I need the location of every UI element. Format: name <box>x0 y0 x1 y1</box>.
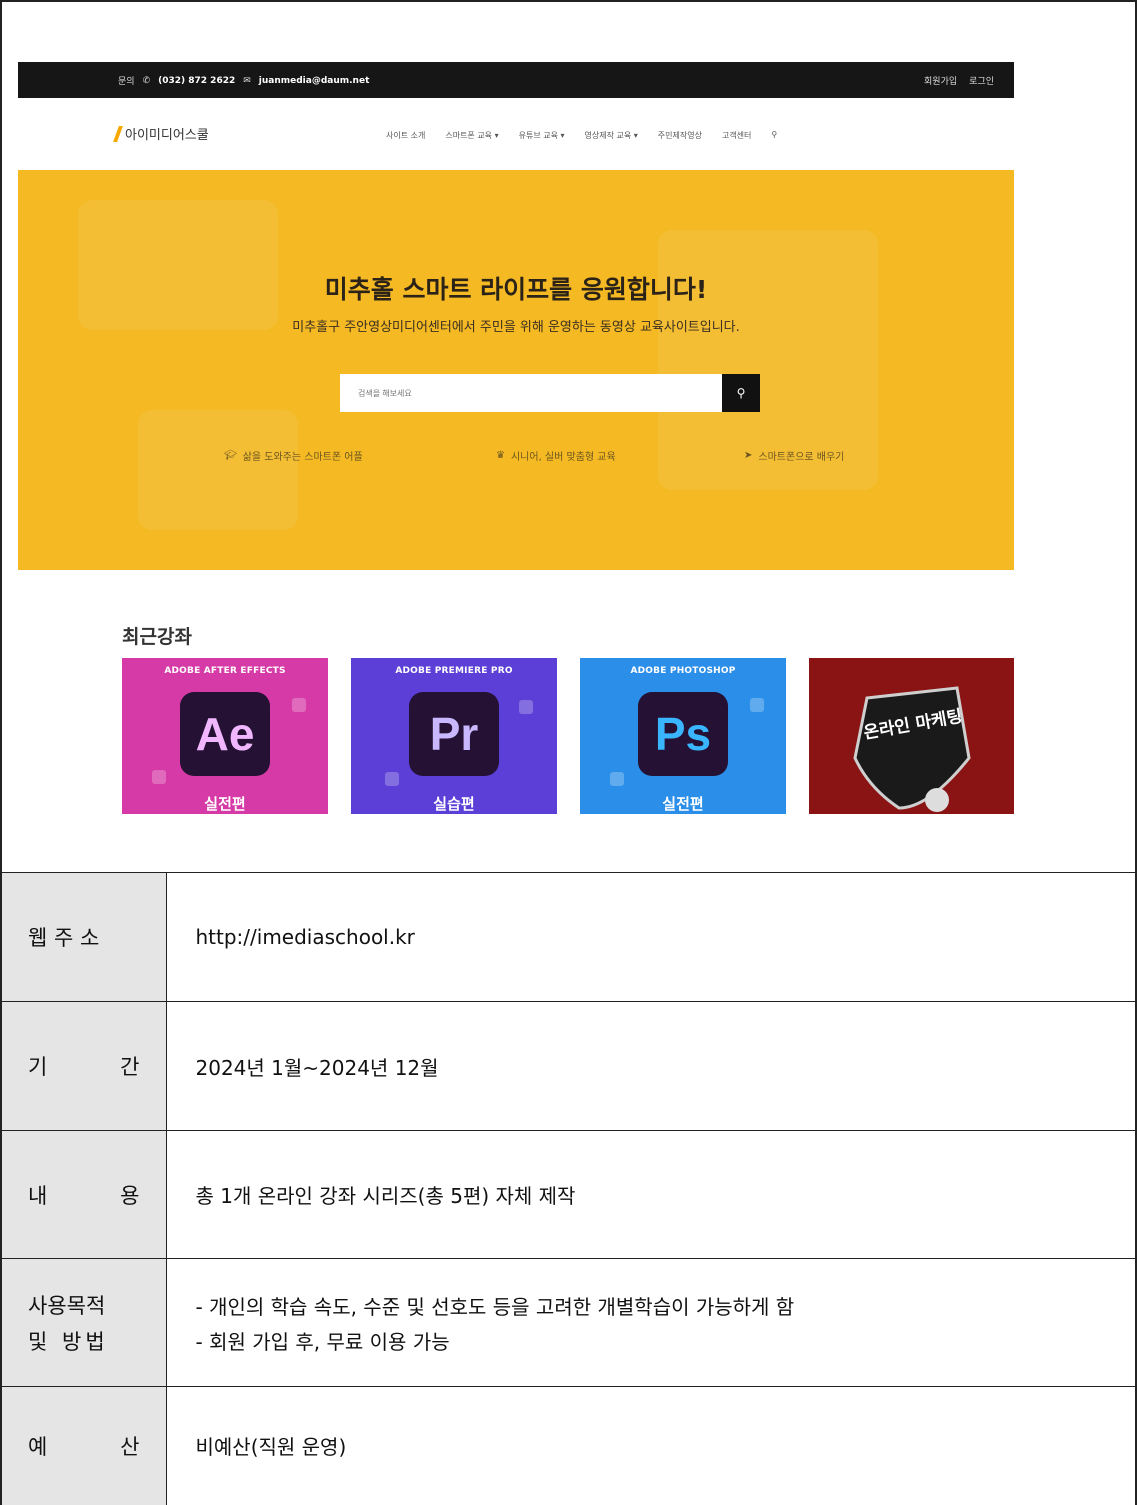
contact-label: 문의 <box>118 77 135 87</box>
value-purpose: - 개인의 학습 속도, 수준 및 선호도 등을 고려한 개별학습이 가능하게 … <box>196 1291 1136 1355</box>
hero-title: 미추홀 스마트 라이프를 응원합니다! <box>324 275 708 304</box>
value-url[interactable]: http://imediaschool.kr <box>166 872 1137 1002</box>
purpose-line: - 회원 가입 후, 무료 이용 가능 <box>195 1329 450 1354</box>
course-caption: ADOBE PREMIERE PRO <box>395 666 513 676</box>
nav-item-smartphone[interactable]: 스마트폰 교육 ▾ <box>445 130 498 141</box>
photoshop-icon: Ps <box>638 692 728 776</box>
label-line: 및 방법 <box>28 1329 109 1354</box>
course-card-premiere[interactable]: ADOBE PREMIERE PRO Pr 실습편 <box>351 658 557 814</box>
auth-links: 회원가입 로그인 <box>924 74 994 87</box>
purpose-line: - 개인의 학습 속도, 수준 및 선호도 등을 고려한 개별학습이 가능하게 … <box>195 1294 795 1319</box>
course-caption: ADOBE AFTER EFFECTS <box>164 666 286 676</box>
value-budget: 비예산(직원 운영) <box>166 1386 1137 1505</box>
label-purpose: 사용목적및 방법 <box>28 1290 140 1356</box>
label-char: 내 <box>28 1183 48 1208</box>
hero-subtitle: 미추홀구 주안영상미디어센터에서 주민을 위해 운영하는 동영상 교육사이트입니… <box>292 320 740 335</box>
decorative-square <box>385 772 399 786</box>
after-effects-icon: Ae <box>180 692 270 776</box>
decorative-square <box>750 698 764 712</box>
row-url: 웹 주 소 http://imediaschool.kr <box>0 872 1137 1002</box>
main-nav: 아이미디어스쿨 사이트 소개 스마트폰 교육 ▾ 유튜브 교육 ▾ 영상제작 교… <box>18 98 1014 170</box>
label-line: 사용목적 <box>28 1293 106 1318</box>
crown-icon: ♛ <box>496 450 505 461</box>
label-period: 기간 <box>28 1051 140 1081</box>
paper-plane-icon: ➤ <box>744 450 753 461</box>
website-screenshot: 문의 ✆ (032) 872 2622 ✉ juanmedia@daum.net… <box>18 62 1014 814</box>
signup-link[interactable]: 회원가입 <box>924 74 957 87</box>
feature-senior[interactable]: ♛ 시니어, 실버 맞춤형 교육 <box>496 448 616 463</box>
search-button[interactable]: ⚲ <box>722 374 760 412</box>
nav-item-resident-videos[interactable]: 주민제작영상 <box>658 130 702 141</box>
course-footer: 실전편 <box>204 795 246 813</box>
decorative-square <box>519 700 533 714</box>
label-char: 예 <box>28 1434 48 1459</box>
search-icon: ⚲ <box>736 386 746 400</box>
mail-icon: ✉ <box>243 75 251 86</box>
row-purpose: 사용목적및 방법 - 개인의 학습 속도, 수준 및 선호도 등을 고려한 개별… <box>0 1258 1137 1387</box>
feature-label: 스마트폰으로 배우기 <box>758 452 845 463</box>
label-content: 내용 <box>28 1180 140 1210</box>
search-input[interactable] <box>340 374 760 412</box>
login-link[interactable]: 로그인 <box>969 74 994 87</box>
label-char: 용 <box>120 1183 140 1208</box>
label-char: 기 <box>28 1055 48 1079</box>
email-address[interactable]: juanmedia@daum.net <box>259 76 370 86</box>
site-logo[interactable]: 아이미디어스쿨 <box>113 124 209 143</box>
course-card-photoshop[interactable]: ADOBE PHOTOSHOP Ps 실전편 <box>580 658 786 814</box>
decorative-square <box>152 770 166 784</box>
premiere-icon: Pr <box>409 692 499 776</box>
nav-item-video-production[interactable]: 영상제작 교육 ▾ <box>585 130 638 141</box>
decorative-square <box>610 772 624 786</box>
label-char: 산 <box>120 1434 140 1459</box>
feature-learn[interactable]: ➤ 스마트폰으로 배우기 <box>744 448 844 463</box>
info-table: 웹 주 소 http://imediaschool.kr 기간 2024년 1월… <box>0 872 1137 1505</box>
background-device-shape <box>78 200 278 330</box>
phone-number: (032) 872 2622 <box>158 75 236 86</box>
course-caption: ADOBE PHOTOSHOP <box>630 666 736 676</box>
value-content: 총 1개 온라인 강좌 시리즈(총 5편) 자체 제작 <box>166 1130 1137 1259</box>
row-budget: 예산 비예산(직원 운영) <box>0 1386 1137 1505</box>
nav-menu: 사이트 소개 스마트폰 교육 ▾ 유튜브 교육 ▾ 영상제작 교육 ▾ 주민제작… <box>386 130 777 141</box>
feature-apps[interactable]: 🎓︎ 삶을 도와주는 스마트폰 어플 <box>224 448 363 463</box>
phone-icon: ✆ <box>142 75 151 86</box>
nav-item-about[interactable]: 사이트 소개 <box>386 130 425 141</box>
course-footer: 실전편 <box>662 795 704 813</box>
course-card-online-marketing[interactable]: 온라인 마케팅 <box>809 658 1014 814</box>
background-device-shape <box>138 410 298 530</box>
nav-item-youtube[interactable]: 유튜브 교육 ▾ <box>519 130 565 141</box>
recent-courses-title: 최근강좌 <box>122 626 192 648</box>
row-period: 기간 2024년 1월~2024년 12월 <box>0 1001 1137 1131</box>
label-char: 간 <box>120 1055 140 1079</box>
contact-info: 문의 ✆ (032) 872 2622 ✉ juanmedia@daum.net <box>118 74 370 88</box>
decorative-square <box>292 698 306 712</box>
logo-text: 아이미디어스쿨 <box>125 128 209 143</box>
value-period: 2024년 1월~2024년 12월 <box>166 1001 1137 1131</box>
feature-label: 삶을 도와주는 스마트폰 어플 <box>242 452 363 463</box>
course-card-after-effects[interactable]: ADOBE AFTER EFFECTS Ae 실전편 <box>122 658 328 814</box>
label-budget: 예산 <box>28 1431 140 1461</box>
graduation-cap-icon: 🎓︎ <box>224 450 237 461</box>
hero-search: ⚲ <box>340 374 760 412</box>
search-icon[interactable]: ⚲ <box>771 130 777 141</box>
top-bar: 문의 ✆ (032) 872 2622 ✉ juanmedia@daum.net… <box>18 62 1014 98</box>
row-content: 내용 총 1개 온라인 강좌 시리즈(총 5편) 자체 제작 <box>0 1130 1137 1259</box>
hero-banner: 미추홀 스마트 라이프를 응원합니다! 미추홀구 주안영상미디어센터에서 주민을… <box>18 170 1014 570</box>
course-footer: 실습편 <box>433 795 475 813</box>
nav-item-support[interactable]: 고객센터 <box>722 130 751 141</box>
logo-mark-icon <box>113 125 123 142</box>
feature-label: 시니어, 실버 맞춤형 교육 <box>510 452 616 463</box>
label-url: 웹 주 소 <box>0 872 167 1002</box>
